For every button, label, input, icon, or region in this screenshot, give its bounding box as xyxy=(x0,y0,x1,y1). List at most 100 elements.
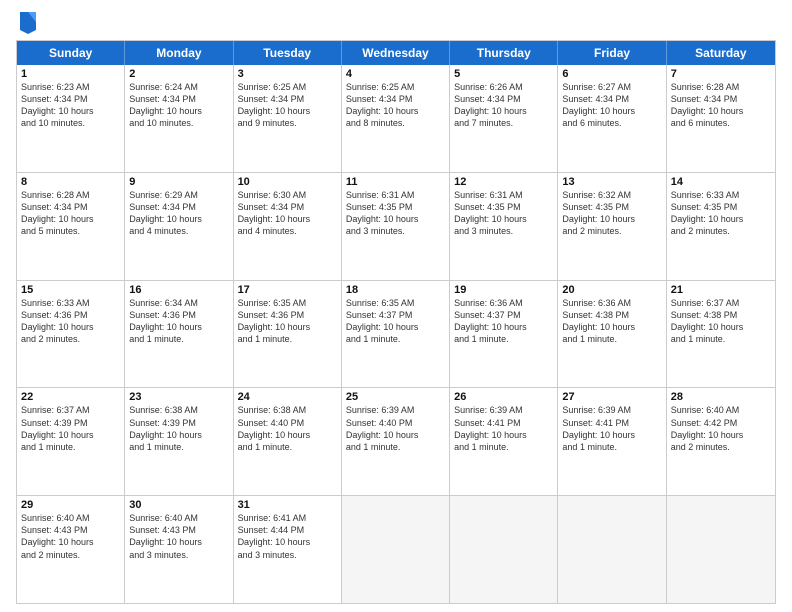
day-number: 1 xyxy=(21,68,120,80)
day-number: 3 xyxy=(238,68,337,80)
day-number: 23 xyxy=(129,391,228,403)
cal-cell xyxy=(558,496,666,603)
cal-cell: 8Sunrise: 6:28 AM Sunset: 4:34 PM Daylig… xyxy=(17,173,125,280)
cal-cell: 18Sunrise: 6:35 AM Sunset: 4:37 PM Dayli… xyxy=(342,281,450,388)
header-day-saturday: Saturday xyxy=(667,41,775,65)
cal-cell: 27Sunrise: 6:39 AM Sunset: 4:41 PM Dayli… xyxy=(558,388,666,495)
cell-info: Sunrise: 6:32 AM Sunset: 4:35 PM Dayligh… xyxy=(562,189,661,238)
day-number: 6 xyxy=(562,68,661,80)
calendar: SundayMondayTuesdayWednesdayThursdayFrid… xyxy=(16,40,776,604)
cal-cell: 28Sunrise: 6:40 AM Sunset: 4:42 PM Dayli… xyxy=(667,388,775,495)
cell-info: Sunrise: 6:27 AM Sunset: 4:34 PM Dayligh… xyxy=(562,81,661,130)
cell-info: Sunrise: 6:28 AM Sunset: 4:34 PM Dayligh… xyxy=(671,81,771,130)
cal-cell xyxy=(450,496,558,603)
cal-cell: 1Sunrise: 6:23 AM Sunset: 4:34 PM Daylig… xyxy=(17,65,125,172)
cal-cell: 31Sunrise: 6:41 AM Sunset: 4:44 PM Dayli… xyxy=(234,496,342,603)
day-number: 21 xyxy=(671,284,771,296)
cell-info: Sunrise: 6:38 AM Sunset: 4:40 PM Dayligh… xyxy=(238,404,337,453)
cell-info: Sunrise: 6:37 AM Sunset: 4:38 PM Dayligh… xyxy=(671,297,771,346)
day-number: 5 xyxy=(454,68,553,80)
cell-info: Sunrise: 6:29 AM Sunset: 4:34 PM Dayligh… xyxy=(129,189,228,238)
header-day-wednesday: Wednesday xyxy=(342,41,450,65)
cal-cell: 15Sunrise: 6:33 AM Sunset: 4:36 PM Dayli… xyxy=(17,281,125,388)
cal-cell: 2Sunrise: 6:24 AM Sunset: 4:34 PM Daylig… xyxy=(125,65,233,172)
header xyxy=(16,12,776,34)
calendar-header: SundayMondayTuesdayWednesdayThursdayFrid… xyxy=(17,41,775,65)
cell-info: Sunrise: 6:40 AM Sunset: 4:42 PM Dayligh… xyxy=(671,404,771,453)
week-row-4: 22Sunrise: 6:37 AM Sunset: 4:39 PM Dayli… xyxy=(17,387,775,495)
day-number: 24 xyxy=(238,391,337,403)
cell-info: Sunrise: 6:41 AM Sunset: 4:44 PM Dayligh… xyxy=(238,512,337,561)
day-number: 13 xyxy=(562,176,661,188)
cell-info: Sunrise: 6:28 AM Sunset: 4:34 PM Dayligh… xyxy=(21,189,120,238)
cell-info: Sunrise: 6:37 AM Sunset: 4:39 PM Dayligh… xyxy=(21,404,120,453)
cal-cell: 21Sunrise: 6:37 AM Sunset: 4:38 PM Dayli… xyxy=(667,281,775,388)
day-number: 15 xyxy=(21,284,120,296)
logo-text xyxy=(16,12,38,34)
calendar-body: 1Sunrise: 6:23 AM Sunset: 4:34 PM Daylig… xyxy=(17,65,775,603)
day-number: 19 xyxy=(454,284,553,296)
header-day-tuesday: Tuesday xyxy=(234,41,342,65)
cell-info: Sunrise: 6:36 AM Sunset: 4:37 PM Dayligh… xyxy=(454,297,553,346)
day-number: 25 xyxy=(346,391,445,403)
day-number: 4 xyxy=(346,68,445,80)
cell-info: Sunrise: 6:40 AM Sunset: 4:43 PM Dayligh… xyxy=(129,512,228,561)
cal-cell: 20Sunrise: 6:36 AM Sunset: 4:38 PM Dayli… xyxy=(558,281,666,388)
cal-cell: 22Sunrise: 6:37 AM Sunset: 4:39 PM Dayli… xyxy=(17,388,125,495)
cell-info: Sunrise: 6:25 AM Sunset: 4:34 PM Dayligh… xyxy=(346,81,445,130)
cell-info: Sunrise: 6:33 AM Sunset: 4:35 PM Dayligh… xyxy=(671,189,771,238)
cell-info: Sunrise: 6:39 AM Sunset: 4:41 PM Dayligh… xyxy=(454,404,553,453)
day-number: 27 xyxy=(562,391,661,403)
cal-cell: 7Sunrise: 6:28 AM Sunset: 4:34 PM Daylig… xyxy=(667,65,775,172)
day-number: 11 xyxy=(346,176,445,188)
cal-cell: 5Sunrise: 6:26 AM Sunset: 4:34 PM Daylig… xyxy=(450,65,558,172)
cal-cell: 30Sunrise: 6:40 AM Sunset: 4:43 PM Dayli… xyxy=(125,496,233,603)
page: SundayMondayTuesdayWednesdayThursdayFrid… xyxy=(0,0,792,612)
cal-cell: 25Sunrise: 6:39 AM Sunset: 4:40 PM Dayli… xyxy=(342,388,450,495)
cal-cell: 9Sunrise: 6:29 AM Sunset: 4:34 PM Daylig… xyxy=(125,173,233,280)
day-number: 8 xyxy=(21,176,120,188)
day-number: 9 xyxy=(129,176,228,188)
day-number: 22 xyxy=(21,391,120,403)
week-row-3: 15Sunrise: 6:33 AM Sunset: 4:36 PM Dayli… xyxy=(17,280,775,388)
cal-cell: 23Sunrise: 6:38 AM Sunset: 4:39 PM Dayli… xyxy=(125,388,233,495)
cal-cell: 16Sunrise: 6:34 AM Sunset: 4:36 PM Dayli… xyxy=(125,281,233,388)
day-number: 12 xyxy=(454,176,553,188)
day-number: 10 xyxy=(238,176,337,188)
cell-info: Sunrise: 6:25 AM Sunset: 4:34 PM Dayligh… xyxy=(238,81,337,130)
week-row-1: 1Sunrise: 6:23 AM Sunset: 4:34 PM Daylig… xyxy=(17,65,775,172)
cal-cell: 11Sunrise: 6:31 AM Sunset: 4:35 PM Dayli… xyxy=(342,173,450,280)
cell-info: Sunrise: 6:34 AM Sunset: 4:36 PM Dayligh… xyxy=(129,297,228,346)
cal-cell: 29Sunrise: 6:40 AM Sunset: 4:43 PM Dayli… xyxy=(17,496,125,603)
day-number: 28 xyxy=(671,391,771,403)
cal-cell: 12Sunrise: 6:31 AM Sunset: 4:35 PM Dayli… xyxy=(450,173,558,280)
cal-cell: 4Sunrise: 6:25 AM Sunset: 4:34 PM Daylig… xyxy=(342,65,450,172)
cell-info: Sunrise: 6:24 AM Sunset: 4:34 PM Dayligh… xyxy=(129,81,228,130)
cell-info: Sunrise: 6:36 AM Sunset: 4:38 PM Dayligh… xyxy=(562,297,661,346)
cell-info: Sunrise: 6:31 AM Sunset: 4:35 PM Dayligh… xyxy=(346,189,445,238)
cell-info: Sunrise: 6:26 AM Sunset: 4:34 PM Dayligh… xyxy=(454,81,553,130)
day-number: 26 xyxy=(454,391,553,403)
header-day-monday: Monday xyxy=(125,41,233,65)
logo xyxy=(16,12,38,34)
header-day-thursday: Thursday xyxy=(450,41,558,65)
cal-cell: 3Sunrise: 6:25 AM Sunset: 4:34 PM Daylig… xyxy=(234,65,342,172)
cell-info: Sunrise: 6:40 AM Sunset: 4:43 PM Dayligh… xyxy=(21,512,120,561)
cell-info: Sunrise: 6:39 AM Sunset: 4:41 PM Dayligh… xyxy=(562,404,661,453)
day-number: 7 xyxy=(671,68,771,80)
header-day-sunday: Sunday xyxy=(17,41,125,65)
cal-cell: 17Sunrise: 6:35 AM Sunset: 4:36 PM Dayli… xyxy=(234,281,342,388)
cell-info: Sunrise: 6:30 AM Sunset: 4:34 PM Dayligh… xyxy=(238,189,337,238)
day-number: 14 xyxy=(671,176,771,188)
day-number: 29 xyxy=(21,499,120,511)
cell-info: Sunrise: 6:35 AM Sunset: 4:37 PM Dayligh… xyxy=(346,297,445,346)
day-number: 20 xyxy=(562,284,661,296)
cal-cell xyxy=(342,496,450,603)
cell-info: Sunrise: 6:31 AM Sunset: 4:35 PM Dayligh… xyxy=(454,189,553,238)
cal-cell: 14Sunrise: 6:33 AM Sunset: 4:35 PM Dayli… xyxy=(667,173,775,280)
week-row-2: 8Sunrise: 6:28 AM Sunset: 4:34 PM Daylig… xyxy=(17,172,775,280)
day-number: 18 xyxy=(346,284,445,296)
week-row-5: 29Sunrise: 6:40 AM Sunset: 4:43 PM Dayli… xyxy=(17,495,775,603)
day-number: 30 xyxy=(129,499,228,511)
cell-info: Sunrise: 6:38 AM Sunset: 4:39 PM Dayligh… xyxy=(129,404,228,453)
